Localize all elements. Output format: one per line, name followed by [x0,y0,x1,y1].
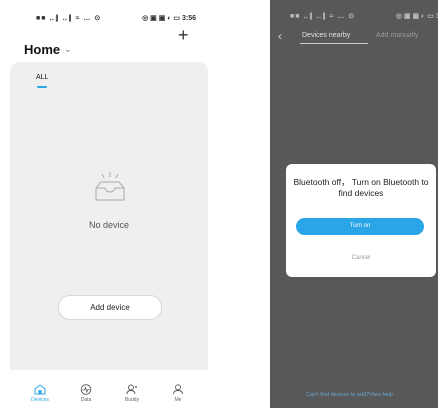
add-device-button[interactable]: Add device [58,295,162,320]
chevron-down-icon[interactable]: ⌄ [64,44,72,55]
cancel-button[interactable]: Cancel [286,255,436,261]
dialog-message: Bluetooth off， Turn on Bluetooth to find… [293,177,429,198]
add-device-header: ‹ Devices nearby Add manually [270,29,438,46]
empty-message: No device [88,220,130,230]
home-selector[interactable]: Home [24,42,60,57]
buddy-icon [126,384,137,395]
tab-all[interactable]: ALL [36,74,48,81]
add-device-screen: ■■ ‥∥ ‥∥ ≈ … ⊙ ◎ ▣ ▣ ◐ ▭ 3: ‹ Devices ne… [270,0,438,408]
person-icon [173,384,183,395]
top-bar: Home ⌄ + [0,26,214,66]
nav-data[interactable]: Data [70,384,102,403]
tab-devices-nearby[interactable]: Devices nearby [302,32,350,39]
empty-tray-icon [95,172,125,201]
bottom-nav: Devices Data Buddy Me [0,380,214,408]
status-icons-left: ■■ ‥∥ ‥∥ ≈ … ⊙ [290,13,356,20]
nav-devices[interactable]: Devices [24,384,56,403]
status-icons-left: ■■ ‥∥ ‥∥ ≈ … ⊙ [36,15,102,22]
status-icons-right: ◎ ▣ ▣ ◐ ▭ 3:56 [142,15,196,22]
chevron-left-icon[interactable]: ‹ [278,29,282,43]
tab-indicator [300,43,368,44]
device-list-panel: ALL No device Add device [10,62,208,370]
devices-screen: ■■ ‥∥ ‥∥ ≈ … ⊙ ◎ ▣ ▣ ◐ ▭ 3:56 Home ⌄ + A… [0,0,214,408]
plus-icon[interactable]: + [178,26,189,44]
nav-data-label: Data [80,397,92,403]
nav-buddy-label: Buddy [124,397,140,403]
home-icon [34,384,46,395]
status-bar: ■■ ‥∥ ‥∥ ≈ … ⊙ ◎ ▣ ▣ ◐ ▭ 3: [270,12,438,24]
nav-devices-label: Devices [31,397,49,403]
nav-buddy[interactable]: Buddy [116,384,148,403]
view-help-link[interactable]: Can't find devices to add?View help [306,392,393,398]
nav-me[interactable]: Me [162,384,194,403]
nav-me-label: Me [174,397,182,403]
pulse-icon [80,384,92,395]
bluetooth-dialog: Bluetooth off， Turn on Bluetooth to find… [286,164,436,277]
tab-indicator [37,86,47,88]
tab-add-manually[interactable]: Add manually [376,32,418,39]
turn-on-button[interactable]: Turn on [296,218,424,235]
status-icons-right: ◎ ▣ ▣ ◐ ▭ 3: [395,13,438,20]
